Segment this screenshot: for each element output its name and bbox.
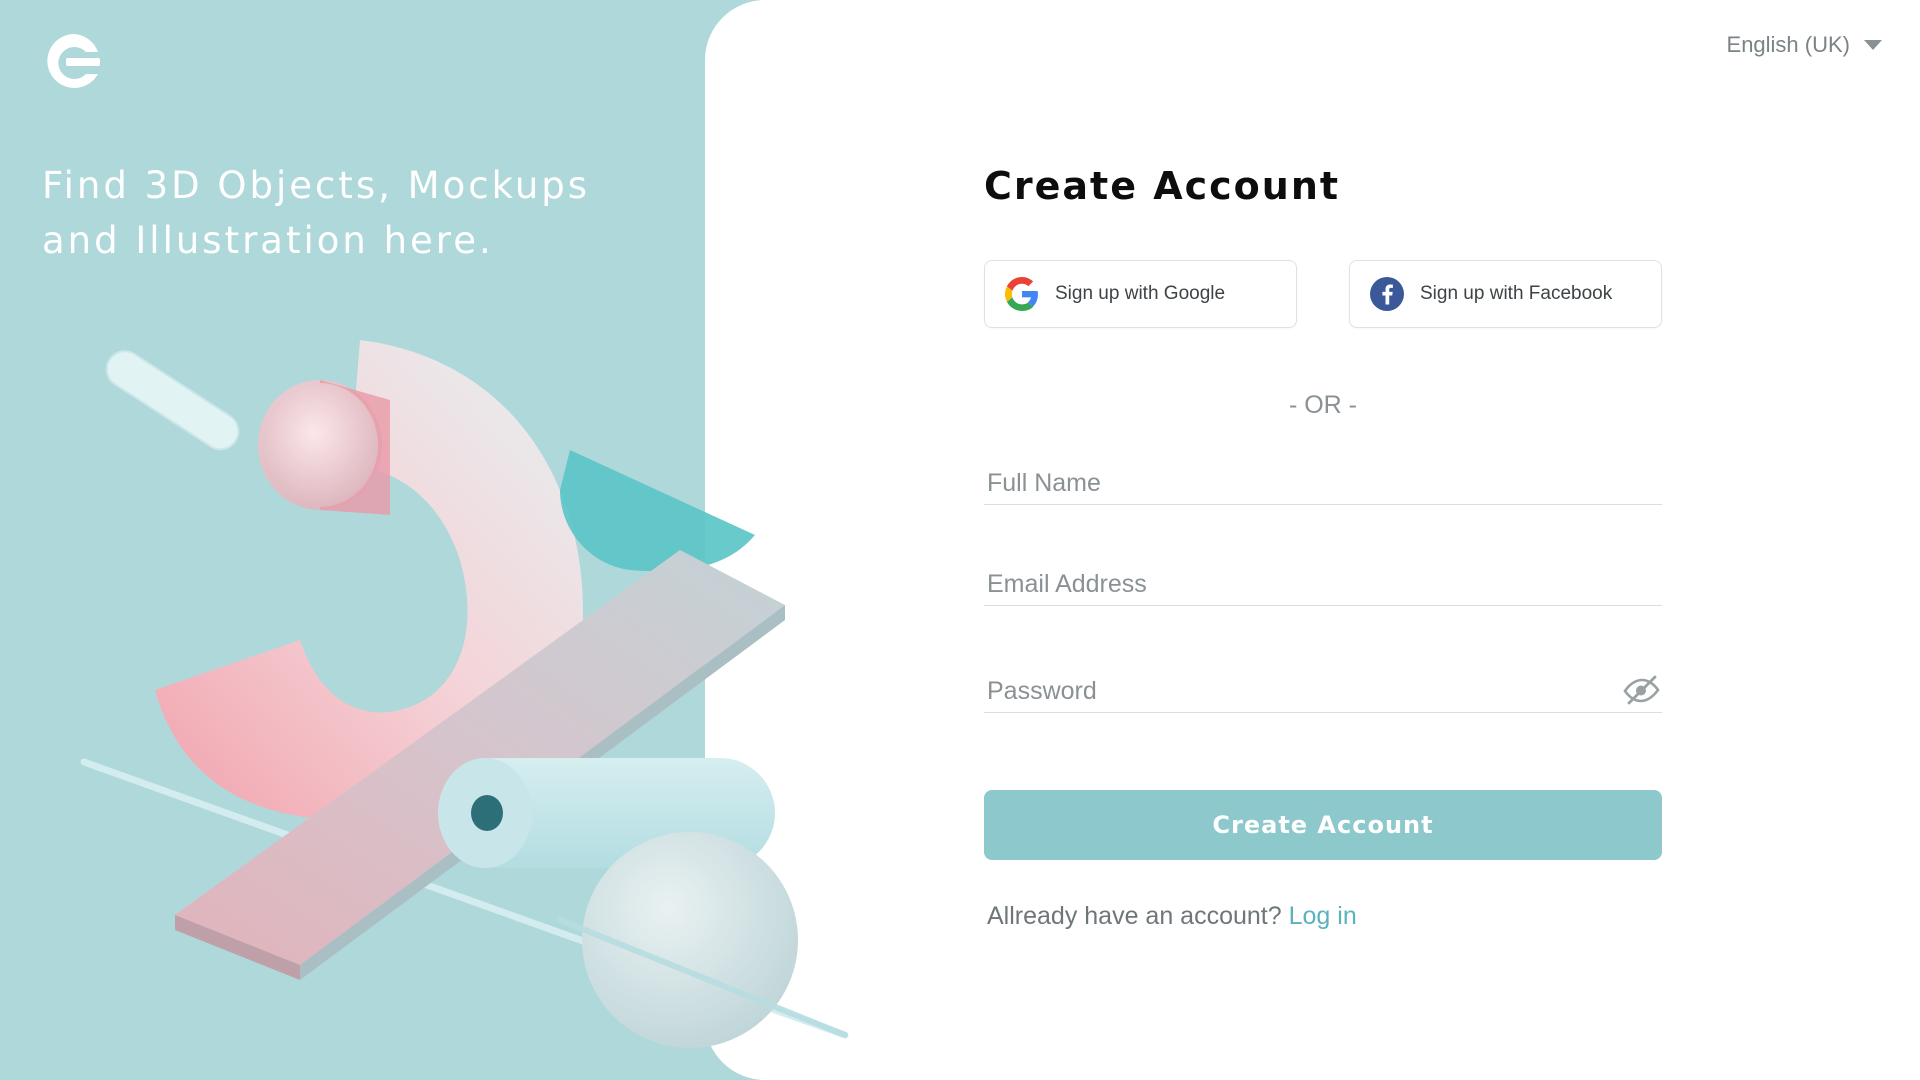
email-field [984, 565, 1662, 606]
full-name-field [984, 464, 1662, 505]
create-account-button[interactable]: Create Account [984, 790, 1662, 860]
login-link[interactable]: Log in [1289, 902, 1357, 930]
tagline-line-1: Find 3D Objects, Mockups [42, 164, 591, 207]
password-field [984, 672, 1662, 713]
login-prompt-text: Allready have an account? [987, 902, 1282, 930]
password-input[interactable] [984, 672, 1662, 710]
facebook-icon [1370, 277, 1404, 311]
language-label: English (UK) [1726, 32, 1850, 57]
create-account-form: Create Account Sign up with Google Sign … [984, 160, 1662, 931]
eye-off-icon[interactable] [1622, 674, 1660, 706]
tagline-line-2: and Illustration here. [42, 219, 494, 262]
hero-tagline: Find 3D Objects, Mockups and Illustratio… [42, 158, 662, 268]
google-signup-button[interactable]: Sign up with Google [984, 260, 1297, 328]
form-title: Create Account [984, 164, 1341, 208]
chevron-down-icon [1864, 40, 1882, 50]
login-prompt: Allready have an account? Log in [984, 902, 1662, 931]
hero-panel: Find 3D Objects, Mockups and Illustratio… [0, 0, 760, 1080]
social-signup-row: Sign up with Google Sign up with Faceboo… [984, 260, 1662, 328]
page: Find 3D Objects, Mockups and Illustratio… [0, 0, 1920, 1080]
or-divider: - OR - [1288, 391, 1358, 419]
facebook-signup-label: Sign up with Facebook [1420, 283, 1613, 304]
email-input[interactable] [984, 565, 1662, 603]
facebook-signup-button[interactable]: Sign up with Facebook [1349, 260, 1662, 328]
google-signup-label: Sign up with Google [1055, 283, 1226, 304]
google-icon [1005, 277, 1039, 311]
language-selector[interactable]: English (UK) [1727, 32, 1882, 58]
brand-logo-icon[interactable] [40, 30, 106, 92]
full-name-input[interactable] [984, 464, 1662, 502]
